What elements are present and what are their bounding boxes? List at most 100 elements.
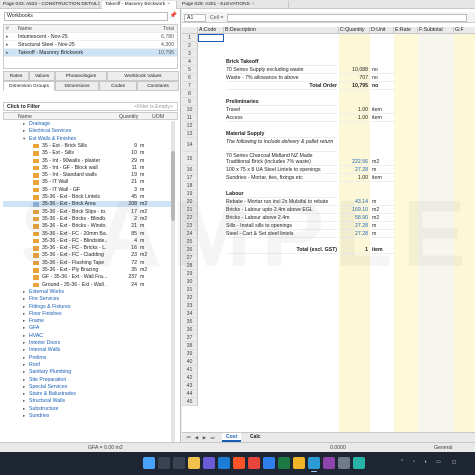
selected-cell[interactable] <box>198 34 224 42</box>
tree-group[interactable]: ▸ Stairs & Balustrades <box>3 391 171 397</box>
description-cell[interactable]: 100 x 75 x 8 UA Steel Lintels to opening… <box>226 166 337 174</box>
quantity-cell[interactable]: 1.00 <box>339 106 370 114</box>
quantity-cell[interactable]: 707 <box>339 74 370 82</box>
row-number[interactable]: 41 <box>182 366 198 374</box>
row-number[interactable]: 19 <box>182 190 198 198</box>
row-number[interactable]: 13 <box>182 130 198 138</box>
workbooks-selector[interactable]: Workbooks <box>4 12 168 21</box>
quantity-cell[interactable]: 27.28 <box>339 222 370 230</box>
row-number[interactable]: 14 <box>182 138 198 152</box>
expand-arrow-icon[interactable]: ▸ <box>23 296 25 302</box>
description-cell[interactable]: Bricks - Labour upto 2.4m above EGL <box>226 206 337 214</box>
panel-tab[interactable]: Values <box>29 71 55 81</box>
expand-arrow-icon[interactable]: ▸ <box>23 391 25 397</box>
expand-arrow-icon[interactable]: ▸ <box>23 289 25 295</box>
quantity-cell[interactable]: 10,795 <box>339 82 370 90</box>
column-header[interactable]: F:Subtotal <box>418 27 454 34</box>
expand-arrow-icon[interactable]: ▸ <box>23 406 25 412</box>
row-number[interactable]: 26 <box>182 246 198 254</box>
row-number[interactable]: 11 <box>182 114 198 122</box>
panel-tab[interactable]: Phraseologies <box>55 71 107 81</box>
panel-tab[interactable]: Codes <box>99 81 137 91</box>
tree-item[interactable]: 35-36 - Ext - Brick Lintels 45 m <box>3 194 171 200</box>
quantity-cell[interactable]: 27.28 <box>339 230 370 238</box>
tree-item[interactable]: 35-36 - Ext - FC - 20mm Ba... 85 m <box>3 231 171 237</box>
expand-arrow-icon[interactable]: ▾ <box>23 136 25 142</box>
expand-arrow-icon[interactable]: ▸ <box>23 377 25 383</box>
unit-cell[interactable]: m <box>372 166 396 174</box>
close-tab-icon[interactable]: × <box>252 2 255 7</box>
tree-group[interactable]: ▸ Frame <box>3 318 171 324</box>
start-icon[interactable] <box>143 457 155 469</box>
row-number[interactable]: 7 <box>182 82 198 90</box>
teams-icon[interactable] <box>203 457 215 469</box>
row-number[interactable]: 22 <box>182 214 198 222</box>
tree-group[interactable]: ▸ Floor Finishes <box>3 311 171 317</box>
description-cell[interactable]: Access <box>226 114 337 122</box>
tree-item[interactable]: 35-36 - Ext - Brick Area 208 m2 <box>3 201 171 208</box>
quantity-cell[interactable]: 1.00 <box>339 174 370 182</box>
expand-arrow-icon[interactable]: ▸ <box>23 355 25 361</box>
expand-arrow-icon[interactable]: ▸ <box>23 347 25 353</box>
chrome-icon[interactable] <box>248 457 260 469</box>
row-number[interactable]: 30 <box>182 278 198 286</box>
description-cell[interactable]: Material Supply <box>226 130 337 138</box>
tree-group[interactable]: ▸ Site Preparation <box>3 377 171 383</box>
formula-input[interactable] <box>227 14 467 22</box>
expand-arrow-icon[interactable]: ▸ <box>23 311 25 317</box>
tree-group[interactable]: ▸ Roof <box>3 362 171 368</box>
tree-group[interactable]: ▸ External Works <box>3 289 171 295</box>
unit-cell[interactable]: no <box>372 74 396 82</box>
column-header[interactable]: E:Rate <box>394 27 418 34</box>
row-number[interactable]: 45 <box>182 398 198 406</box>
tree-item[interactable]: 35 - IT Wall - GF 3 m <box>3 187 171 193</box>
notification-icon[interactable]: ◻ <box>452 459 456 465</box>
quantity-cell[interactable]: 169.10 <box>339 206 370 214</box>
unit-cell[interactable]: no <box>372 66 396 74</box>
panel-tab[interactable]: Workbook Values <box>107 71 179 81</box>
tree-group[interactable]: ▸ Fire Services <box>3 296 171 302</box>
tree-scrollbar[interactable] <box>171 121 175 449</box>
quantity-cell[interactable]: 1.00 <box>339 114 370 122</box>
description-cell[interactable]: Total Order <box>226 82 337 90</box>
unit-cell[interactable]: m2 <box>372 158 396 166</box>
row-number[interactable]: 1 <box>182 34 198 42</box>
expand-arrow-icon[interactable]: ▸ <box>23 304 25 310</box>
tree-group[interactable]: ▸ Sanitary Plumbing <box>3 369 171 375</box>
tree-scrollbar-thumb[interactable] <box>171 151 175 221</box>
row-number[interactable]: 35 <box>182 318 198 326</box>
row-number[interactable]: 10 <box>182 106 198 114</box>
panel-tab[interactable]: Dimensions <box>55 81 99 91</box>
description-cell[interactable]: 70 Series Supply excluding waste <box>226 66 337 74</box>
unit-cell[interactable]: m2 <box>372 206 396 214</box>
tree-group[interactable]: ▸ Internal Walls <box>3 347 171 353</box>
row-number[interactable]: 24 <box>182 230 198 238</box>
tree-item[interactable]: 35 - Ext - Sills 10 m <box>3 150 171 156</box>
cell-reference-box[interactable]: A1 <box>184 14 206 22</box>
vscode-icon[interactable] <box>263 457 275 469</box>
row-number[interactable]: 25 <box>182 238 198 246</box>
row-number[interactable]: 9 <box>182 98 198 106</box>
row-number[interactable]: 43 <box>182 382 198 390</box>
row-number[interactable]: 40 <box>182 358 198 366</box>
corner-cell[interactable] <box>182 27 198 34</box>
expand-arrow-icon[interactable]: ▸ <box>23 398 25 404</box>
panel-tab[interactable]: Dimension Groups <box>3 81 55 91</box>
description-cell[interactable]: 70 Series Charcoal Midland NZ Made Tradi… <box>226 152 337 166</box>
document-tab[interactable]: Page 043: A532 - CONSTRUCTION DETAILS...… <box>0 1 100 9</box>
row-number[interactable]: 5 <box>182 66 198 74</box>
expand-arrow-icon[interactable]: ▸ <box>23 413 25 419</box>
sheet-tab-calc[interactable]: Calc <box>246 433 265 442</box>
quantity-cell[interactable]: 27.28 <box>339 166 370 174</box>
search-icon[interactable] <box>158 457 170 469</box>
unit-cell[interactable]: item <box>372 174 396 182</box>
row-number[interactable]: 17 <box>182 174 198 182</box>
quantity-cell[interactable]: 58.90 <box>339 214 370 222</box>
tree-item[interactable]: 35-36 - Ext - FC - Bricks - L... 16 m <box>3 245 171 251</box>
row-number[interactable]: 32 <box>182 294 198 302</box>
tree-item[interactable]: 35-36 - Ext - Flashing Tape 72 m <box>3 260 171 266</box>
panel-tab[interactable]: Constants <box>137 81 179 91</box>
filter-bar[interactable]: Click to Filter <Filter is Empty> <box>3 102 178 111</box>
document-tab[interactable]: Page 029: A301 - ELEVATIONS × <box>179 1 289 9</box>
tree-group[interactable]: ▸ Interior Doors <box>3 340 171 346</box>
